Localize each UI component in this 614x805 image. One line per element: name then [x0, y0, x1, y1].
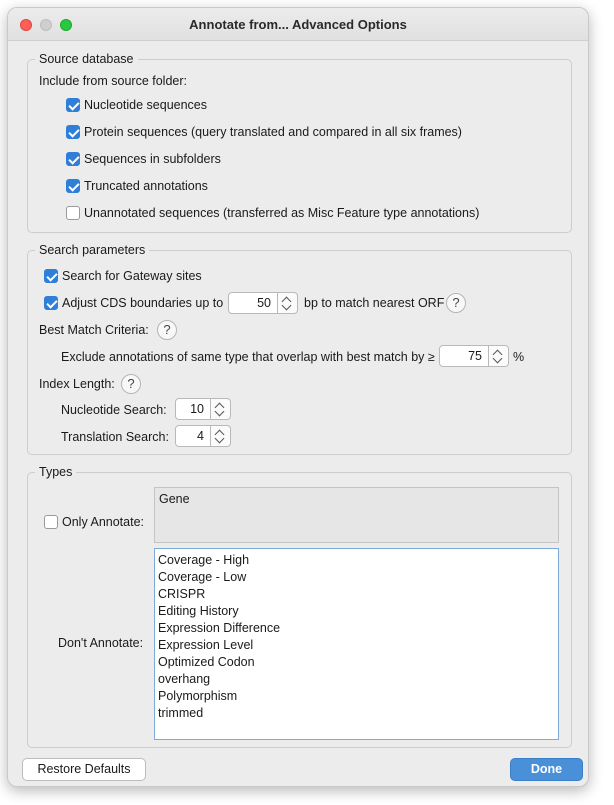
nucleotide-search-stepper-buttons[interactable]: [211, 398, 231, 420]
unannotated-sequences-label[interactable]: Unannotated sequences (transferred as Mi…: [84, 206, 479, 220]
protein-sequences-checkbox[interactable]: [66, 125, 80, 139]
dialog-window: Annotate from... Advanced Options Source…: [7, 7, 589, 787]
adjust-cds-suffix: bp to match nearest ORF: [304, 296, 445, 310]
adjust-cds-label[interactable]: Adjust CDS boundaries up to: [62, 296, 223, 310]
list-item[interactable]: Polymorphism: [158, 688, 555, 705]
nucleotide-search-input[interactable]: 10: [175, 398, 211, 420]
truncated-annotations-checkbox[interactable]: [66, 179, 80, 193]
search-parameters-legend: Search parameters: [35, 243, 150, 257]
source-database-group: Source database Include from source fold…: [27, 52, 572, 233]
list-item[interactable]: overhang: [158, 671, 555, 688]
types-legend: Types: [35, 465, 77, 479]
exclude-overlap-label: Exclude annotations of same type that ov…: [61, 350, 435, 364]
truncated-annotations-label[interactable]: Truncated annotations: [84, 179, 208, 193]
restore-defaults-button[interactable]: Restore Defaults: [22, 758, 146, 781]
only-annotate-checkbox[interactable]: [44, 515, 58, 529]
nucleotide-sequences-label[interactable]: Nucleotide sequences: [84, 98, 207, 112]
source-database-legend: Source database: [35, 52, 138, 66]
translation-search-stepper-buttons[interactable]: [211, 425, 231, 447]
adjust-cds-stepper-buttons[interactable]: [278, 292, 298, 314]
list-item[interactable]: Expression Difference: [158, 620, 555, 637]
exclude-overlap-unit: %: [513, 350, 525, 364]
nucleotide-sequences-checkbox[interactable]: [66, 98, 80, 112]
title-bar[interactable]: Annotate from... Advanced Options: [8, 8, 588, 41]
translation-search-label: Translation Search:: [61, 430, 169, 444]
gateway-sites-checkbox[interactable]: [44, 269, 58, 283]
list-item[interactable]: Coverage - High: [158, 552, 555, 569]
dont-annotate-list[interactable]: Coverage - High Coverage - Low CRISPR Ed…: [154, 548, 559, 740]
list-item[interactable]: Expression Level: [158, 637, 555, 654]
exclude-overlap-input[interactable]: 75: [439, 345, 489, 367]
nucleotide-search-label: Nucleotide Search:: [61, 403, 167, 417]
dont-annotate-label: Don't Annotate:: [58, 636, 144, 650]
unannotated-sequences-checkbox[interactable]: [66, 206, 80, 220]
best-match-criteria-label: Best Match Criteria:: [39, 323, 149, 337]
list-item[interactable]: CRISPR: [158, 586, 555, 603]
list-item[interactable]: Editing History: [158, 603, 555, 620]
exclude-overlap-stepper[interactable]: 75: [439, 345, 509, 367]
adjust-cds-checkbox[interactable]: [44, 296, 58, 310]
search-parameters-group: Search parameters Search for Gateway sit…: [27, 243, 572, 455]
sequences-in-subfolders-label[interactable]: Sequences in subfolders: [84, 152, 221, 166]
protein-sequences-label[interactable]: Protein sequences (query translated and …: [84, 125, 462, 139]
adjust-cds-input[interactable]: 50: [228, 292, 278, 314]
done-button[interactable]: Done: [510, 758, 583, 781]
types-group: Types Only Annotate: Gene Don't Annotate…: [27, 465, 572, 748]
window-title: Annotate from... Advanced Options: [189, 17, 407, 32]
adjust-cds-stepper[interactable]: 50: [228, 292, 298, 314]
only-annotate-value: Gene: [159, 492, 190, 506]
index-length-label: Index Length:: [39, 377, 115, 391]
only-annotate-textarea[interactable]: Gene: [154, 487, 559, 543]
sequences-in-subfolders-checkbox[interactable]: [66, 152, 80, 166]
best-match-help-icon[interactable]: ?: [157, 320, 177, 340]
list-item[interactable]: Optimized Codon: [158, 654, 555, 671]
adjust-cds-help-icon[interactable]: ?: [446, 293, 466, 313]
index-length-help-icon[interactable]: ?: [121, 374, 141, 394]
list-item[interactable]: trimmed: [158, 705, 555, 722]
only-annotate-label[interactable]: Only Annotate:: [62, 515, 144, 529]
exclude-overlap-stepper-buttons[interactable]: [489, 345, 509, 367]
include-from-source-label: Include from source folder:: [39, 74, 187, 88]
nucleotide-search-stepper[interactable]: 10: [175, 398, 231, 420]
gateway-sites-label[interactable]: Search for Gateway sites: [62, 269, 202, 283]
translation-search-stepper[interactable]: 4: [175, 425, 231, 447]
list-item[interactable]: Coverage - Low: [158, 569, 555, 586]
translation-search-input[interactable]: 4: [175, 425, 211, 447]
